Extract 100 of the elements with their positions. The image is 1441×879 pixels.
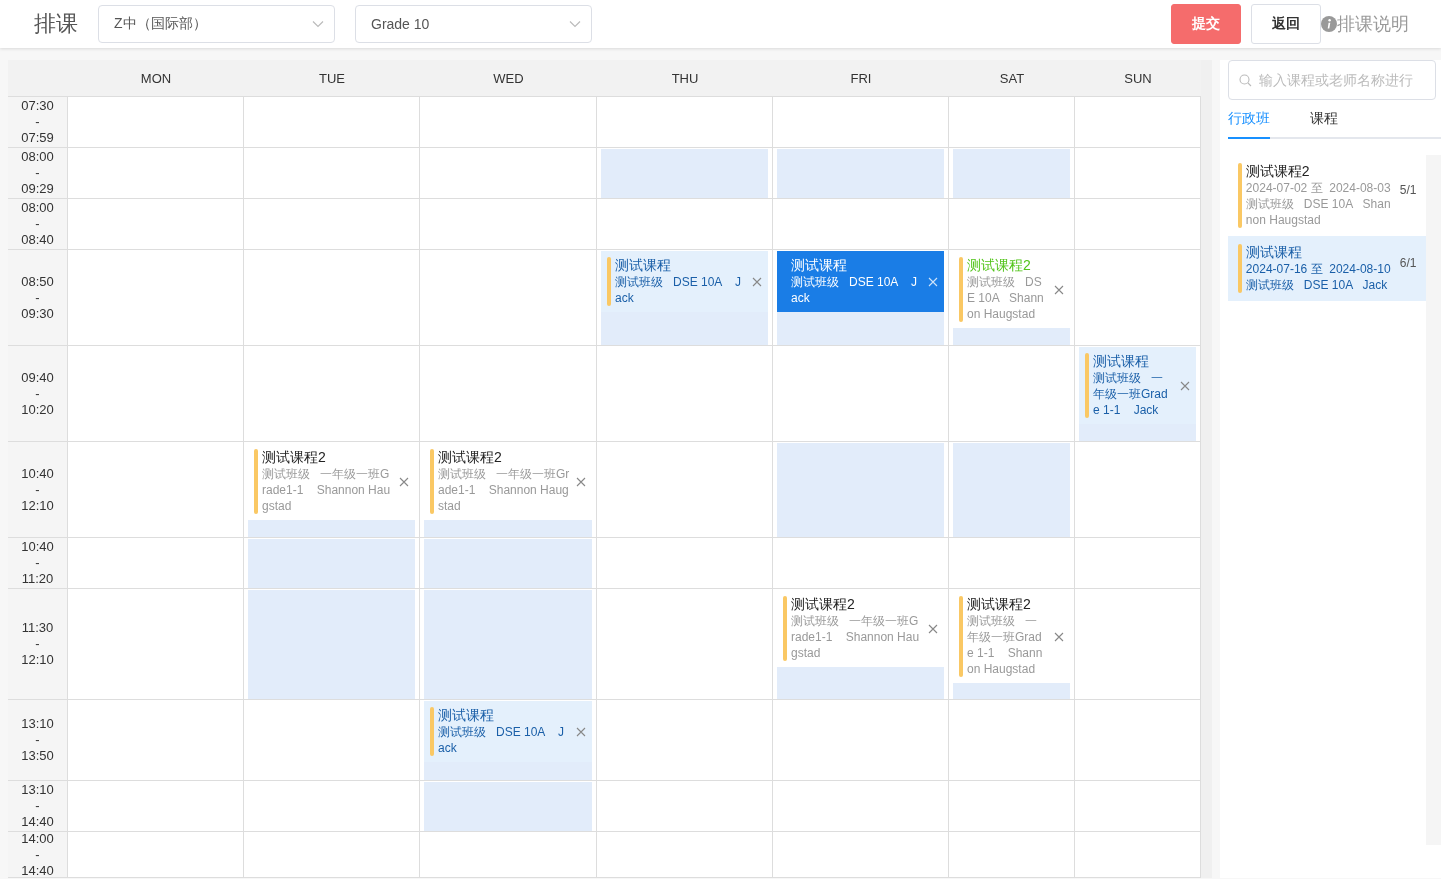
calendar-cell[interactable]	[773, 832, 949, 878]
calendar-cell[interactable]	[244, 700, 420, 781]
lesson-card[interactable]: 测试课程2 测试班级 一年级一班Grade1-1 Shannon Haugstad	[777, 590, 944, 667]
calendar-cell[interactable]	[773, 538, 949, 589]
calendar-cell[interactable]: 测试课程 测试班级 一年级一班Grade 1-1 Jack	[1075, 346, 1201, 442]
calendar-cell[interactable]	[420, 538, 597, 589]
lesson-card[interactable]: 测试课程 测试班级 一年级一班Grade 1-1 Jack	[1079, 347, 1196, 424]
calendar-cell[interactable]: 测试课程2 测试班级 一年级一班Grade1-1 Shannon Haugstad	[773, 589, 949, 700]
calendar-cell[interactable]	[244, 538, 420, 589]
calendar-cell[interactable]	[68, 700, 244, 781]
calendar-cell[interactable]	[597, 346, 773, 442]
calendar-cell[interactable]	[949, 97, 1075, 148]
calendar-cell[interactable]	[244, 199, 420, 250]
calendar-cell[interactable]	[949, 832, 1075, 878]
calendar-cell[interactable]	[1075, 199, 1201, 250]
calendar-cell[interactable]: 测试课程 测试班级 DSE 10A Jack	[597, 250, 773, 346]
back-button[interactable]: 返回	[1251, 4, 1321, 44]
course-title: 测试课程	[1245, 244, 1303, 261]
calendar-cell[interactable]	[1075, 148, 1201, 199]
calendar-cell[interactable]: 测试课程2 测试班级 一年级一班Grade 1-1 Shannon Haugstad	[949, 589, 1075, 700]
time-label: 09:40 - 10:20	[8, 346, 68, 442]
calendar-cell[interactable]	[68, 346, 244, 442]
calendar-cell[interactable]	[68, 97, 244, 148]
tab[interactable]: 课程	[1309, 110, 1338, 139]
calendar-cell[interactable]	[420, 781, 597, 832]
calendar-cell[interactable]	[68, 832, 244, 878]
lesson-card[interactable]: 测试课程 测试班级 DSE 10A Jack	[424, 701, 592, 762]
calendar-cell[interactable]	[244, 781, 420, 832]
calendar-cell[interactable]	[773, 442, 949, 538]
calendar-cell[interactable]	[420, 589, 597, 700]
calendar-cell[interactable]	[1075, 700, 1201, 781]
close-icon[interactable]	[576, 476, 586, 487]
close-icon[interactable]	[752, 276, 762, 287]
calendar-cell[interactable]	[597, 442, 773, 538]
course-item[interactable]: 测试课程2 2024-07-02 至 2024-08-03 测试班级 DSE 10A Shannon Haugstad 5/1	[1227, 155, 1426, 236]
calendar-cell[interactable]	[773, 148, 949, 199]
calendar-cell[interactable]	[1075, 97, 1201, 148]
calendar-cell[interactable]: 测试课程 测试班级 DSE 10A Jack	[773, 250, 949, 346]
calendar-cell[interactable]	[949, 781, 1075, 832]
calendar-cell[interactable]	[597, 589, 773, 700]
calendar-cell[interactable]	[244, 250, 420, 346]
calendar-cell[interactable]	[68, 781, 244, 832]
calendar-cell[interactable]	[244, 589, 420, 700]
calendar-cell[interactable]: 测试课程2 测试班级 一年级一班Grade1-1 Shannon Haugstad	[420, 442, 597, 538]
calendar-cell[interactable]	[597, 199, 773, 250]
close-icon[interactable]	[1054, 284, 1064, 295]
calendar-cell[interactable]	[68, 538, 244, 589]
lesson-card[interactable]: 测试课程2 测试班级 一年级一班Grade1-1 Shannon Haugstad	[424, 443, 592, 520]
calendar-cell[interactable]	[68, 589, 244, 700]
calendar-cell[interactable]	[1075, 250, 1201, 346]
lesson-card[interactable]: 测试课程 测试班级 DSE 10A Jack	[601, 251, 768, 312]
calendar-cell[interactable]	[773, 97, 949, 148]
lesson-card[interactable]: 测试课程2 测试班级 一年级一班Grade1-1 Shannon Haugstad	[248, 443, 415, 520]
calendar-cell[interactable]	[1075, 442, 1201, 538]
calendar-cell[interactable]	[949, 346, 1075, 442]
calendar-cell[interactable]	[420, 148, 597, 199]
close-icon[interactable]	[576, 726, 586, 737]
calendar-cell[interactable]	[1075, 832, 1201, 878]
lesson-card[interactable]: 测试课程 测试班级 DSE 10A Jack	[777, 251, 944, 312]
calendar-cell[interactable]	[1075, 781, 1201, 832]
calendar-cell[interactable]	[773, 781, 949, 832]
calendar-cell[interactable]	[773, 700, 949, 781]
calendar-cell[interactable]	[68, 148, 244, 199]
calendar-cell[interactable]	[949, 442, 1075, 538]
calendar-cell[interactable]: 测试课程 测试班级 DSE 10A Jack	[420, 700, 597, 781]
calendar-cell[interactable]	[420, 832, 597, 878]
calendar-cell[interactable]	[420, 250, 597, 346]
close-icon[interactable]	[399, 476, 409, 487]
calendar-cell[interactable]	[597, 148, 773, 199]
calendar-cell[interactable]	[597, 781, 773, 832]
calendar-cell[interactable]	[597, 97, 773, 148]
calendar-cell[interactable]	[420, 97, 597, 148]
search-field[interactable]: 输入课程或老师名称进行	[1227, 60, 1436, 100]
calendar-cell[interactable]	[773, 199, 949, 250]
calendar-cell[interactable]	[420, 346, 597, 442]
dropdown-select[interactable]: Z中（国际部）	[98, 5, 335, 43]
lesson-card[interactable]: 测试课程2 测试班级 一年级一班Grade 1-1 Shannon Haugstad	[953, 590, 1070, 683]
close-icon[interactable]	[928, 623, 938, 634]
calendar-cell[interactable]	[597, 538, 773, 589]
calendar-cell[interactable]	[773, 346, 949, 442]
calendar-cell[interactable]: 测试课程2 测试班级 一年级一班Grade1-1 Shannon Haugstad	[244, 442, 420, 538]
calendar-cell[interactable]	[420, 199, 597, 250]
calendar-cell[interactable]	[949, 538, 1075, 589]
calendar-cell[interactable]	[68, 250, 244, 346]
calendar-cell[interactable]	[244, 832, 420, 878]
calendar-cell[interactable]	[244, 346, 420, 442]
calendar-cell[interactable]	[68, 442, 244, 538]
calendar-cell[interactable]	[949, 700, 1075, 781]
calendar-cell[interactable]	[68, 199, 244, 250]
calendar-cell[interactable]	[244, 148, 420, 199]
calendar-cell[interactable]	[949, 199, 1075, 250]
calendar-cell[interactable]	[597, 832, 773, 878]
calendar-cell[interactable]	[597, 700, 773, 781]
calendar-cell[interactable]	[949, 148, 1075, 199]
calendar-cell[interactable]	[244, 97, 420, 148]
close-icon[interactable]	[1054, 631, 1064, 642]
calendar-cell[interactable]	[1075, 538, 1201, 589]
calendar-cell[interactable]	[1075, 589, 1201, 700]
dropdown-select[interactable]: Grade 10	[355, 5, 592, 43]
close-icon[interactable]	[1180, 380, 1190, 391]
